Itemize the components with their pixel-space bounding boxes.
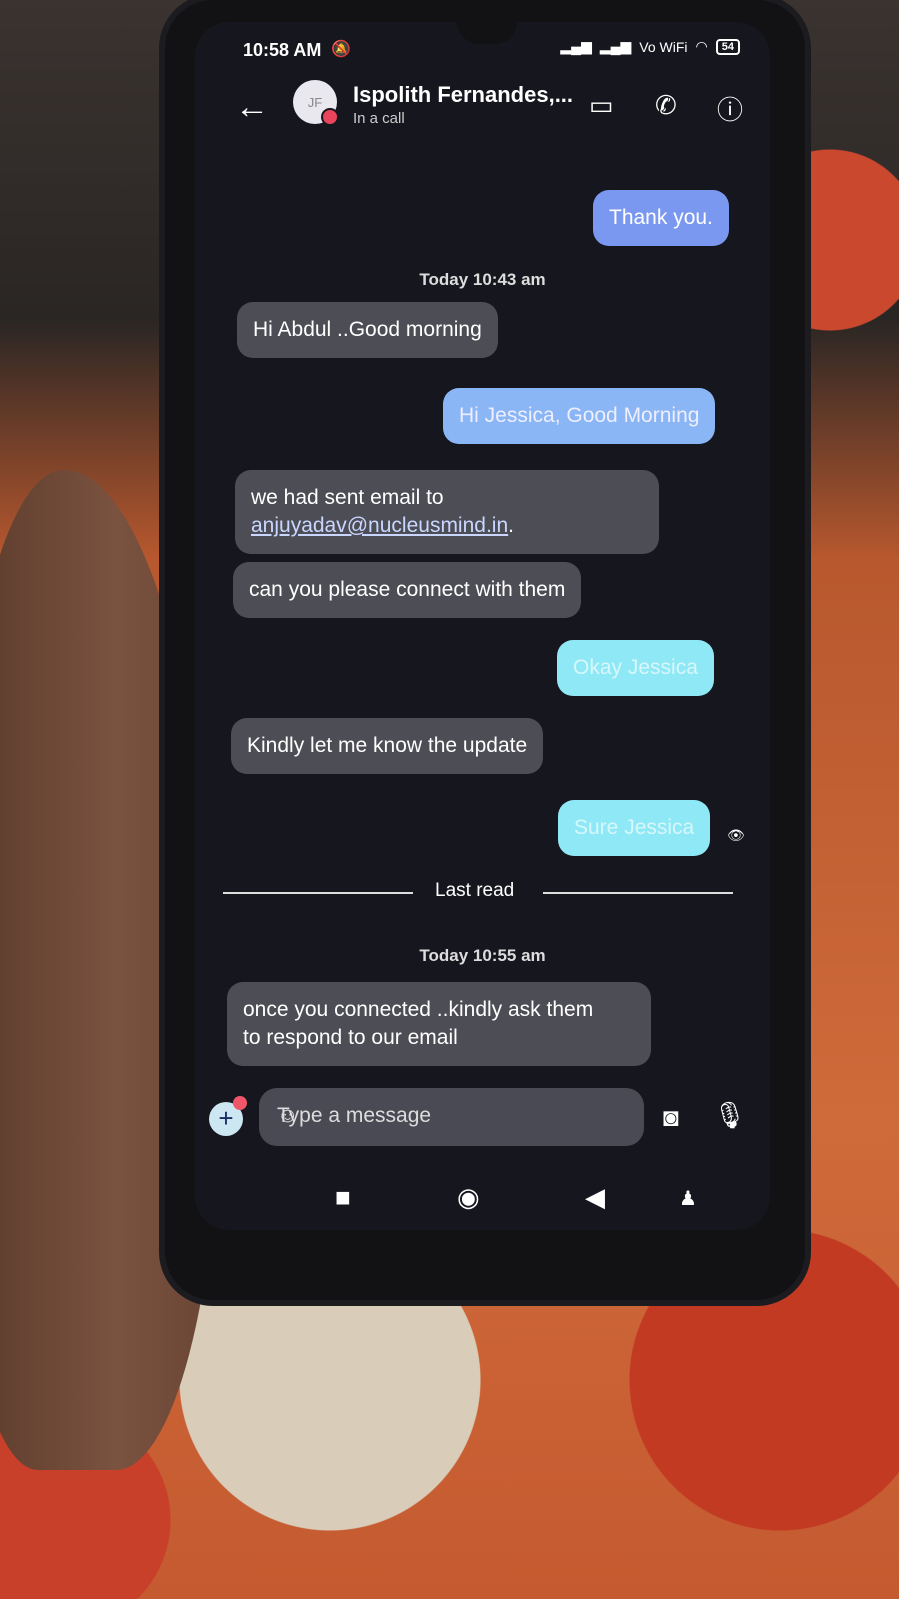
- signal-icon: ▂▄▆: [560, 38, 592, 54]
- network-label: Vo WiFi: [639, 38, 688, 55]
- message-incoming[interactable]: can you please connect with them: [233, 562, 582, 618]
- add-attachment-button[interactable]: +: [209, 1096, 247, 1136]
- microphone-icon[interactable]: 🎙: [713, 1100, 746, 1131]
- message-text: Hi Jessica, Good Morning: [459, 404, 700, 427]
- notification-dot: [233, 1096, 247, 1110]
- timestamp: Today 10:55 am: [419, 946, 546, 965]
- signal-icon-2: ▂▄▆: [599, 38, 632, 54]
- status-time: 10:58 AM: [243, 40, 322, 60]
- composer: + Type a message ☺ ◙ 🎙: [195, 1088, 770, 1148]
- info-icon[interactable]: ⓘ: [717, 90, 743, 127]
- message-outgoing[interactable]: Okay Jessica: [557, 640, 714, 696]
- message-text: Hi Abdul ..Good morning: [253, 318, 482, 341]
- home-icon[interactable]: ◉: [457, 1182, 480, 1213]
- message-outgoing[interactable]: Hi Jessica, Good Morning: [443, 388, 716, 444]
- system-nav-bar: ■ ◉ ◀ ♟: [195, 1172, 770, 1222]
- back-nav-icon[interactable]: ◀: [585, 1182, 605, 1213]
- message-incoming[interactable]: Hi Abdul ..Good morning: [237, 302, 498, 358]
- message-text: Kindly let me know the update: [247, 734, 528, 757]
- divider-line: [223, 892, 413, 894]
- in-call-indicator: [321, 108, 339, 126]
- video-call-icon[interactable]: ▭: [589, 90, 614, 121]
- message-text: can you please connect with them: [249, 578, 566, 601]
- message-incoming[interactable]: we had sent email to anjuyadav@nucleusmi…: [235, 470, 659, 554]
- message-text: Thank you.: [609, 206, 713, 229]
- accessibility-icon[interactable]: ♟: [679, 1186, 697, 1211]
- avatar-initials: JF: [307, 94, 323, 110]
- contact-status: In a call: [353, 110, 405, 127]
- chat-header: ← JF Ispolith Fernandes,... In a call ▭ …: [195, 78, 770, 148]
- phone-call-icon[interactable]: ✆: [655, 90, 677, 121]
- message-outgoing[interactable]: Sure Jessica: [558, 800, 711, 856]
- email-link[interactable]: anjuyadav@nucleusmind.in: [251, 514, 508, 537]
- mute-icon: 🔕: [331, 41, 351, 58]
- message-input[interactable]: Type a message ☺: [259, 1088, 644, 1146]
- divider-line: [543, 892, 733, 894]
- message-outgoing[interactable]: Thank you.: [593, 190, 729, 246]
- status-bar: 10:58 AM 🔕 ▂▄▆ ▂▄▆ Vo WiFi ◠ 54: [195, 22, 770, 74]
- phone-screen: 10:58 AM 🔕 ▂▄▆ ▂▄▆ Vo WiFi ◠ 54 ← JF Isp…: [195, 22, 770, 1230]
- message-list: Thank you. Today 10:43 am Hi Abdul ..Goo…: [195, 152, 770, 1102]
- last-read-label: Last read: [435, 880, 515, 901]
- wifi-icon: ◠: [695, 38, 708, 54]
- message-text: we had sent email to: [251, 486, 444, 509]
- timestamp: Today 10:43 am: [419, 270, 546, 289]
- message-text: .: [508, 514, 514, 537]
- emoji-icon[interactable]: ☺: [277, 1104, 624, 1128]
- avatar[interactable]: JF: [293, 80, 339, 126]
- message-text: once you connected ..kindly ask them: [243, 998, 594, 1021]
- message-text: to respond to our email: [243, 1026, 458, 1049]
- message-incoming[interactable]: Kindly let me know the update: [231, 718, 544, 774]
- back-arrow-icon[interactable]: ←: [235, 88, 269, 127]
- message-text: Sure Jessica: [574, 816, 695, 839]
- status-icons: ▂▄▆ ▂▄▆ Vo WiFi ◠ 54: [560, 38, 740, 55]
- message-text: Okay Jessica: [573, 656, 698, 679]
- message-incoming[interactable]: once you connected ..kindly ask them to …: [227, 982, 651, 1066]
- camera-icon[interactable]: ◙: [663, 1102, 679, 1133]
- contact-name[interactable]: Ispolith Fernandes,...: [353, 82, 573, 108]
- seen-eye-icon: 👁: [727, 827, 745, 843]
- battery-icon: 54: [715, 38, 740, 55]
- recents-icon[interactable]: ■: [335, 1182, 351, 1213]
